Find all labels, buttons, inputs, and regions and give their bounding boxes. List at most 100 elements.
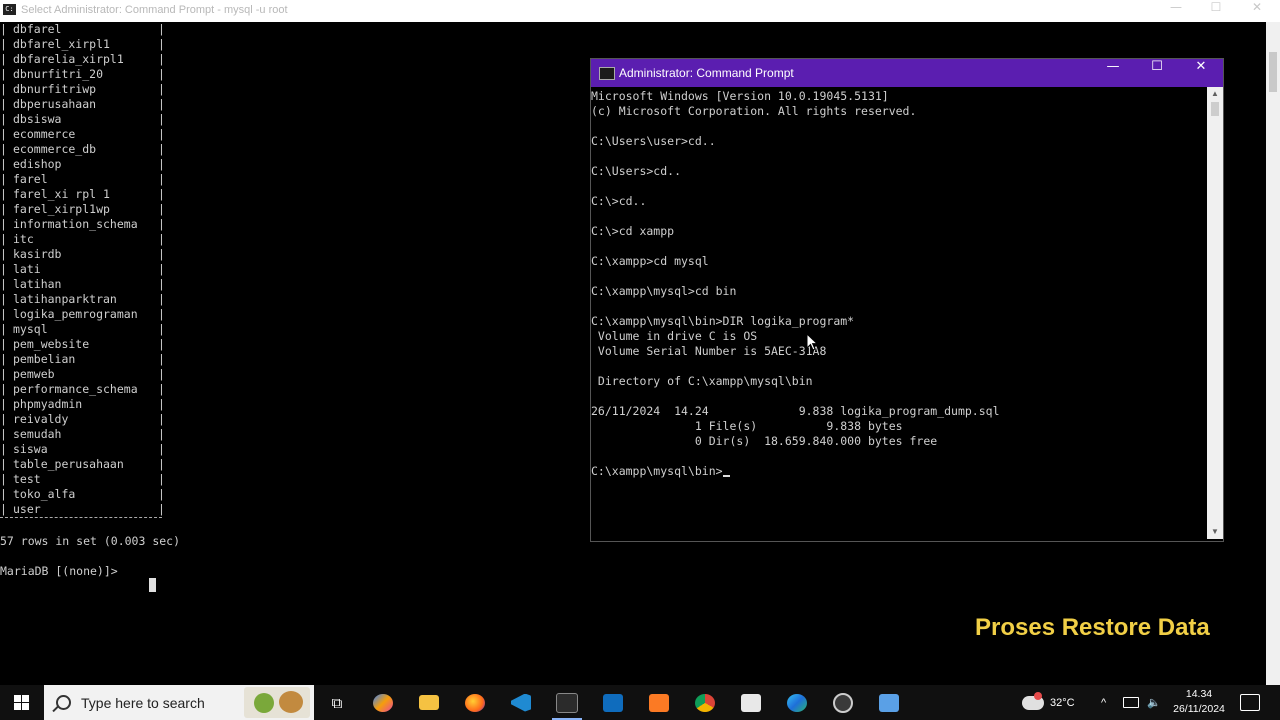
close-button[interactable]: ✕	[1179, 59, 1223, 87]
database-name: dbfarel_xirpl1	[13, 37, 110, 51]
search-icon	[56, 695, 71, 710]
database-row: | dbfarel_xirpl1 |	[0, 37, 165, 51]
database-name: mysql	[13, 322, 48, 336]
admin-scrollbar[interactable]: ▲ ▼	[1207, 87, 1223, 539]
store-icon[interactable]	[728, 685, 774, 720]
background-window-titlebar[interactable]: C: Select Administrator: Command Prompt …	[0, 0, 1280, 22]
database-name: logika_pemrograman	[13, 307, 138, 321]
database-name: dbsiswa	[13, 112, 62, 126]
database-name: dbnurfitri_20	[13, 67, 104, 81]
database-name: farel	[13, 172, 48, 186]
windows-logo-icon	[13, 695, 29, 710]
database-name: pemweb	[13, 367, 55, 381]
minimize-button[interactable]: —	[1091, 59, 1135, 87]
database-row: | lati |	[0, 262, 165, 276]
rows-in-set-text: 57 rows in set (0.003 sec)	[0, 534, 181, 548]
database-row: | toko_alfa |	[0, 487, 165, 501]
tray-overflow-icon[interactable]: ^	[1101, 685, 1106, 720]
admin-command-prompt-window[interactable]: Administrator: Command Prompt — ☐ ✕ Micr…	[590, 58, 1224, 542]
weather-widget[interactable]: 32°C	[1022, 685, 1075, 720]
temperature-text: 32°C	[1050, 696, 1075, 709]
console-line: Microsoft Windows [Version 10.0.19045.51…	[591, 89, 889, 103]
scroll-down-icon[interactable]: ▼	[1207, 525, 1223, 539]
search-highlight-image	[244, 687, 310, 718]
taskbar-search[interactable]: Type here to search	[44, 685, 314, 720]
database-name: itc	[13, 232, 34, 246]
database-row: | logika_pemrograman |	[0, 307, 165, 321]
xampp-icon[interactable]	[636, 685, 682, 720]
database-row: | latihan |	[0, 277, 165, 291]
terminal-icon[interactable]	[544, 685, 590, 720]
start-button[interactable]	[0, 685, 42, 720]
outlook-icon[interactable]	[590, 685, 636, 720]
file-explorer-icon[interactable]	[406, 685, 452, 720]
database-name: phpmyadmin	[13, 397, 83, 411]
console-line: 0 Dir(s) 18.659.840.000 bytes free	[591, 434, 938, 448]
scrollbar-thumb[interactable]	[1211, 102, 1219, 116]
cmd-icon	[599, 67, 615, 80]
edge-icon[interactable]	[774, 685, 820, 720]
console-line: Volume in drive C is OS	[591, 329, 758, 343]
console-line: Volume Serial Number is 5AEC-31A8	[591, 344, 827, 358]
vscode-icon[interactable]	[498, 685, 544, 720]
database-list: | dbfarel | | dbfarel_xirpl1 | | dbfarelia_xirp…	[0, 22, 165, 517]
database-name: latihan	[13, 277, 62, 291]
database-row: | farel_xi rpl 1 |	[0, 187, 165, 201]
database-name: latihanparktran	[13, 292, 117, 306]
copilot-icon[interactable]	[360, 685, 406, 720]
clock-date: 26/11/2024	[1173, 703, 1225, 715]
database-name: information_schema	[13, 217, 138, 231]
database-row: | mysql |	[0, 322, 165, 336]
scroll-up-icon[interactable]: ▲	[1207, 87, 1223, 101]
chrome-icon[interactable]	[682, 685, 728, 720]
database-row: | siswa |	[0, 442, 165, 456]
maximize-button[interactable]: ☐	[1193, 0, 1239, 22]
mariadb-prompt: MariaDB [(none)]>	[0, 564, 118, 578]
maximize-button[interactable]: ☐	[1135, 59, 1179, 87]
database-row: | farel_xirpl1wp |	[0, 202, 165, 216]
search-placeholder: Type here to search	[81, 695, 205, 711]
console-line: C:\xampp\mysql\bin>DIR logika_program*	[591, 314, 855, 328]
notification-icon[interactable]	[1240, 694, 1260, 711]
database-row: | test |	[0, 472, 165, 486]
database-row: | edishop |	[0, 157, 165, 171]
database-name: kasirdb	[13, 247, 62, 261]
database-row: | dbfarel |	[0, 22, 165, 36]
database-row: | kasirdb |	[0, 247, 165, 261]
database-name: dbfarelia_xirpl1	[13, 52, 124, 66]
database-row: | pemweb |	[0, 367, 165, 381]
console-line: Directory of C:\xampp\mysql\bin	[591, 374, 813, 388]
taskbar-clock[interactable]: 14.34 26/11/2024	[1170, 687, 1228, 717]
volume-icon[interactable]: 🔈	[1147, 685, 1161, 720]
database-name: siswa	[13, 442, 48, 456]
app-icon[interactable]	[866, 685, 912, 720]
admin-window-titlebar[interactable]: Administrator: Command Prompt — ☐ ✕	[591, 59, 1223, 87]
database-row: | ecommerce_db |	[0, 142, 165, 156]
scrollbar-thumb[interactable]	[1269, 52, 1277, 92]
obs-icon[interactable]	[820, 685, 866, 720]
database-row: | itc |	[0, 232, 165, 246]
firefox-icon[interactable]	[452, 685, 498, 720]
background-window-title: Select Administrator: Command Prompt - m…	[21, 4, 288, 16]
database-name: dbfarel	[13, 22, 62, 36]
database-row: | reivaldy |	[0, 412, 165, 426]
database-name: dbnurfitriwp	[13, 82, 97, 96]
background-scrollbar[interactable]	[1266, 22, 1280, 685]
taskbar: Type here to search ⧉ 32°C ^ 🔈 14.34 26/…	[0, 685, 1280, 720]
task-view-icon[interactable]: ⧉	[314, 685, 360, 720]
database-name: pem_website	[13, 337, 90, 351]
database-row: | semudah |	[0, 427, 165, 441]
admin-window-title: Administrator: Command Prompt	[619, 66, 794, 80]
admin-console-output[interactable]: Microsoft Windows [Version 10.0.19045.51…	[591, 89, 1205, 539]
database-name: semudah	[13, 427, 62, 441]
database-row: | table_perusahaan |	[0, 457, 165, 471]
cmd-icon: C:	[3, 4, 16, 15]
network-icon[interactable]	[1123, 685, 1139, 720]
close-button[interactable]: ✕	[1234, 0, 1280, 22]
database-name: farel_xirpl1wp	[13, 202, 110, 216]
console-line: 1 File(s) 9.838 bytes	[591, 419, 903, 433]
